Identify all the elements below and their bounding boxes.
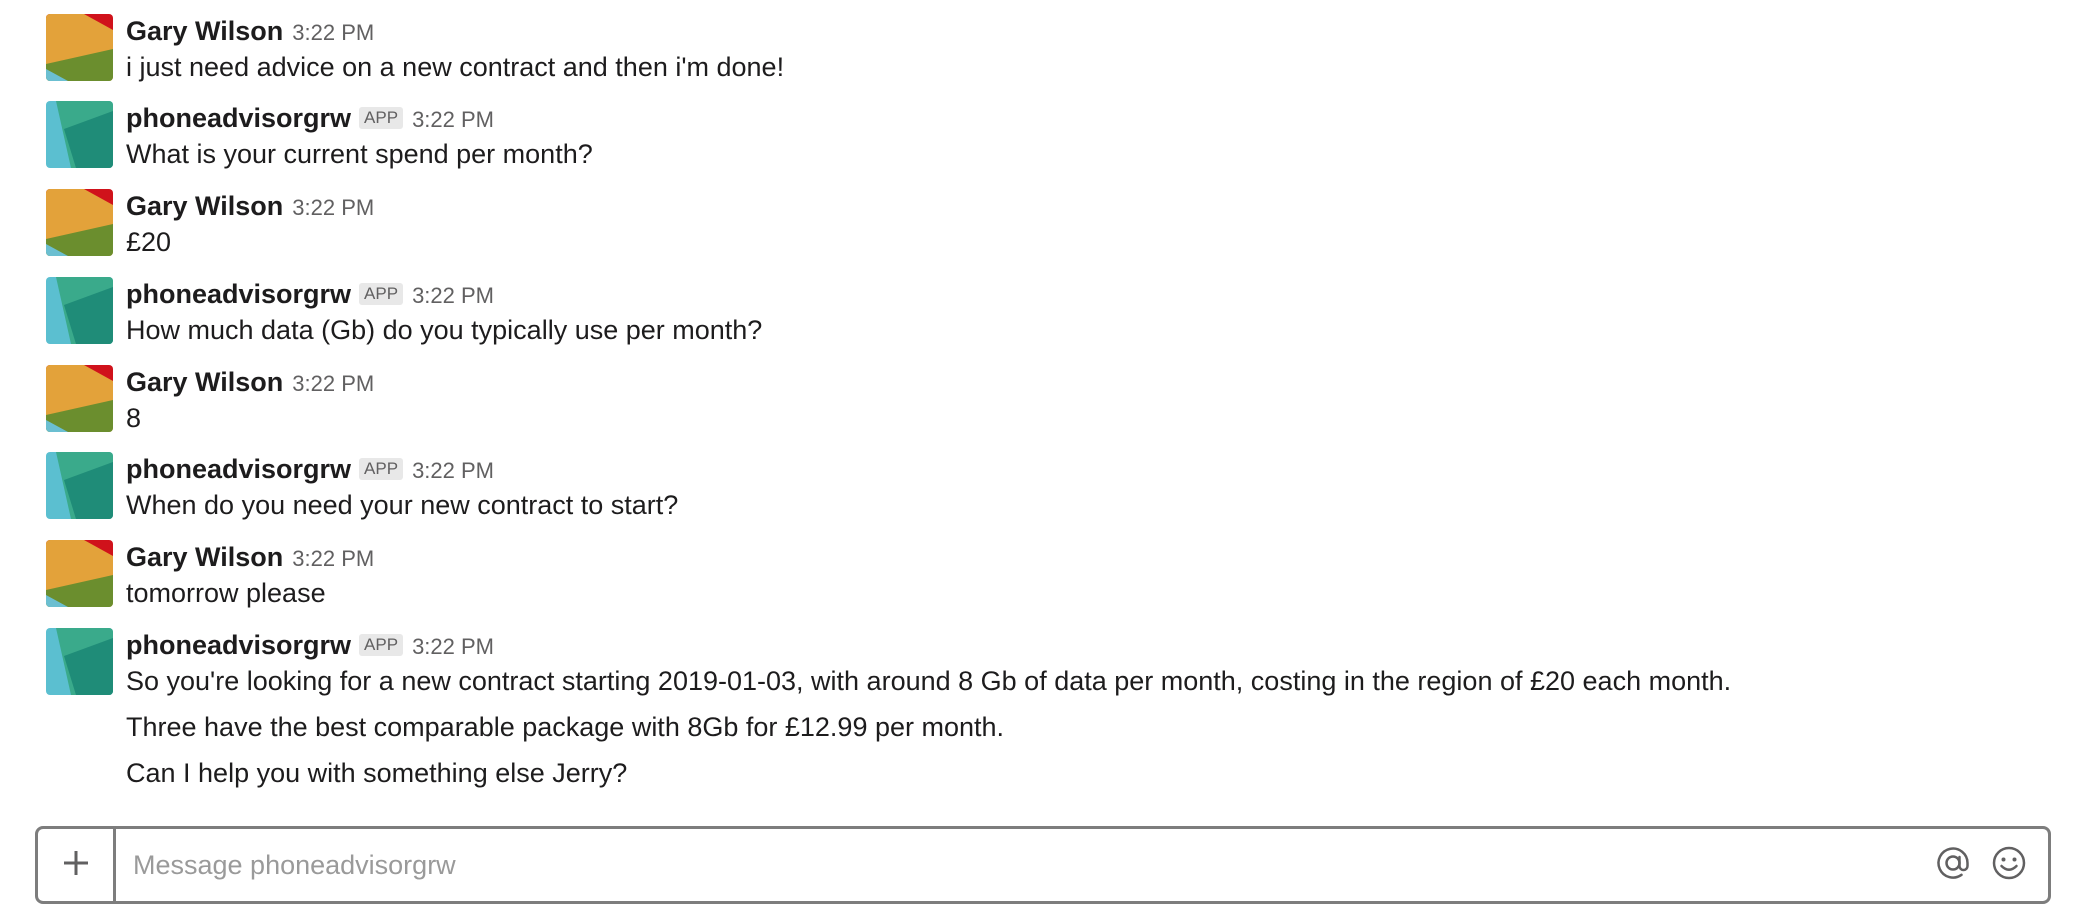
message-text: What is your current spend per month? xyxy=(126,139,593,169)
message-timestamp[interactable]: 3:22 PM xyxy=(292,546,374,571)
message-timestamp[interactable]: 3:22 PM xyxy=(292,195,374,220)
message-timestamp[interactable]: 3:22 PM xyxy=(292,20,374,45)
message-text: tomorrow please xyxy=(126,578,326,608)
sender-name[interactable]: phoneadvisorgrw xyxy=(126,454,351,484)
message-text: So you're looking for a new contract sta… xyxy=(126,666,1732,696)
sender-name[interactable]: Gary Wilson xyxy=(126,191,283,221)
message-timestamp[interactable]: 3:22 PM xyxy=(412,634,494,659)
emoji-button[interactable] xyxy=(1990,846,2028,884)
app-avatar[interactable] xyxy=(46,452,113,519)
sender-name[interactable]: Gary Wilson xyxy=(126,16,283,46)
message-text: Three have the best comparable package w… xyxy=(126,712,1005,742)
sender-name[interactable]: phoneadvisorgrw xyxy=(126,630,351,660)
chat-window: Gary Wilson 3:22 PM i just need advice on… xyxy=(0,0,2078,918)
app-badge: APP xyxy=(359,283,404,305)
message-timestamp[interactable]: 3:22 PM xyxy=(292,371,374,396)
message-timestamp[interactable]: 3:22 PM xyxy=(412,458,494,483)
app-badge: APP xyxy=(359,634,404,656)
message-text: How much data (Gb) do you typically use … xyxy=(126,315,763,345)
user-avatar[interactable] xyxy=(46,365,113,432)
plus-icon xyxy=(61,848,91,883)
sender-name[interactable]: phoneadvisorgrw xyxy=(126,279,351,309)
message-input[interactable] xyxy=(133,829,1933,901)
sender-name[interactable]: phoneadvisorgrw xyxy=(126,103,351,133)
at-icon xyxy=(1935,845,1971,886)
message-text: i just need advice on a new contract and… xyxy=(126,52,785,82)
message-text: 8 xyxy=(126,403,142,433)
sender-name[interactable]: Gary Wilson xyxy=(126,367,283,397)
message-timestamp[interactable]: 3:22 PM xyxy=(412,283,494,308)
app-avatar[interactable] xyxy=(46,277,113,344)
app-badge: APP xyxy=(359,107,404,129)
message-text: When do you need your new contract to st… xyxy=(126,490,679,520)
app-avatar[interactable] xyxy=(46,628,113,695)
add-attachment-button[interactable] xyxy=(38,829,116,901)
user-avatar[interactable] xyxy=(46,14,113,81)
app-avatar[interactable] xyxy=(46,101,113,168)
message-text: Can I help you with something else Jerry… xyxy=(126,758,628,788)
user-avatar[interactable] xyxy=(46,189,113,256)
message-text: £20 xyxy=(126,227,172,257)
message-composer xyxy=(35,826,2051,904)
sender-name[interactable]: Gary Wilson xyxy=(126,542,283,572)
app-badge: APP xyxy=(359,458,404,480)
user-avatar[interactable] xyxy=(46,540,113,607)
mention-button[interactable] xyxy=(1934,846,1972,884)
emoji-icon xyxy=(1991,845,2027,886)
message-timestamp[interactable]: 3:22 PM xyxy=(412,107,494,132)
